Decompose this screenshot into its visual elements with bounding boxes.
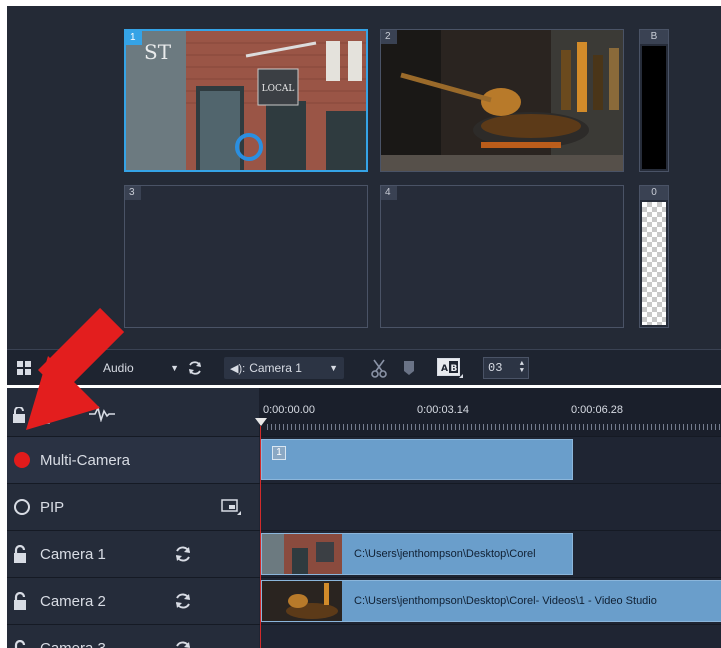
camera-preview-panel: LOCAL ST 1 2 3 4 B 0 xyxy=(7,6,721,349)
track-lane[interactable]: 1 xyxy=(259,437,721,483)
grid-layout-icon[interactable] xyxy=(17,350,31,386)
track-name: PIP xyxy=(40,498,65,516)
storefront-thumbnail: LOCAL ST xyxy=(126,31,366,170)
track-header[interactable]: PIP xyxy=(7,484,259,530)
track-header[interactable]: Camera 2 xyxy=(7,578,259,624)
speaker-icon: ◀): xyxy=(230,362,246,375)
track-header[interactable]: Multi-Camera xyxy=(7,437,259,483)
track-multi-camera: Multi-Camera 1 xyxy=(7,436,721,483)
chevron-down-icon: ▼ xyxy=(329,363,338,373)
black-source-slot[interactable]: B xyxy=(639,29,669,172)
clip-number-badge: 1 xyxy=(272,446,286,460)
svg-text:B: B xyxy=(451,364,458,374)
track-lane[interactable] xyxy=(259,484,721,530)
cooking-thumbnail xyxy=(381,30,623,171)
track-pip: PIP xyxy=(7,483,721,530)
lock-icon[interactable] xyxy=(12,639,28,648)
svg-text:A: A xyxy=(441,364,448,374)
blank-source-slot[interactable]: 0 xyxy=(639,185,669,328)
svg-text:ST: ST xyxy=(144,40,172,64)
slot-label: 0 xyxy=(640,186,668,200)
time-ruler[interactable]: 0:00:00.00 0:00:03.14 0:00:06.28 xyxy=(259,388,721,436)
multicam-toolbar: Audio ▼ ◀): Camera 1 ▼ AB 03 ▲ ▼ xyxy=(7,349,721,385)
audio-source-dropdown[interactable]: Audio ▼ xyxy=(97,357,185,379)
multicam-clip[interactable]: 1 xyxy=(261,439,573,480)
clip-thumbnail xyxy=(262,534,342,574)
tile-number: 3 xyxy=(125,186,141,200)
lock-icon[interactable] xyxy=(12,545,28,563)
playhead-handle[interactable] xyxy=(255,418,267,426)
timecode-label: 0:00:06.28 xyxy=(571,404,623,416)
timeline-panel: 0:00:00.00 0:00:03.14 0:00:06.28 Multi-C… xyxy=(7,385,721,648)
stepper-arrows-icon[interactable]: ▲ ▼ xyxy=(520,361,524,375)
record-icon[interactable] xyxy=(14,452,30,468)
camera-tile-4[interactable]: 4 xyxy=(380,185,624,328)
waveform-icon[interactable] xyxy=(89,405,115,427)
transparent-swatch xyxy=(642,202,666,325)
camera-tile-3[interactable]: 3 xyxy=(124,185,368,328)
video-clip[interactable]: C:\Users\jenthompson\Desktop\Corel- Vide… xyxy=(261,580,721,622)
counter-stepper[interactable]: 03 ▲ ▼ xyxy=(483,357,529,379)
counter-value: 03 xyxy=(488,361,503,375)
lock-icon[interactable] xyxy=(12,592,28,610)
sync-icon[interactable] xyxy=(173,544,193,564)
lock-all-icon[interactable] xyxy=(12,407,26,423)
camera-tile-2[interactable]: 2 xyxy=(380,29,624,172)
track-camera-3: Camera 3 xyxy=(7,624,721,648)
tile-number: 4 xyxy=(381,186,397,200)
track-name: Multi-Camera xyxy=(40,451,131,469)
track-header[interactable]: Camera 1 xyxy=(7,531,259,577)
track-name: Camera 1 xyxy=(40,545,106,563)
track-lane[interactable]: C:\Users\jenthompson\Desktop\Corel- Vide… xyxy=(259,578,721,624)
track-camera-2: Camera 2 C:\Users\jenthompson\Desktop\Co… xyxy=(7,577,721,624)
audio-dropdown-value: Audio xyxy=(103,361,134,375)
track-lane[interactable]: C:\Users\jenthompson\Desktop\Corel xyxy=(259,531,721,577)
sync-icon[interactable] xyxy=(173,639,193,648)
pip-radio-icon[interactable] xyxy=(14,499,30,515)
track-name: Camera 3 xyxy=(40,640,106,648)
track-header[interactable]: Camera 3 xyxy=(7,625,259,648)
timecode-label: 0:00:03.14 xyxy=(417,404,469,416)
chevron-down-icon: ▼ xyxy=(170,363,179,373)
clip-file-path: C:\Users\jenthompson\Desktop\Corel- Vide… xyxy=(354,595,657,607)
tile-number: 2 xyxy=(381,30,397,44)
sync-icon[interactable] xyxy=(173,591,193,611)
track-lane[interactable] xyxy=(259,625,721,648)
video-clip[interactable]: C:\Users\jenthompson\Desktop\Corel xyxy=(261,533,573,575)
camera-tile-1[interactable]: LOCAL ST 1 xyxy=(124,29,368,172)
marker-icon[interactable] xyxy=(404,350,414,386)
ruler-ticks xyxy=(267,424,721,430)
clip-thumbnail xyxy=(262,581,342,621)
audio-camera-dropdown[interactable]: ◀): Camera 1 ▼ xyxy=(224,357,344,379)
scissors-icon[interactable] xyxy=(370,350,388,386)
clip-file-path: C:\Users\jenthompson\Desktop\Corel xyxy=(354,548,536,560)
black-swatch xyxy=(642,46,666,169)
playhead-line xyxy=(260,426,261,648)
shop-sign-text: LOCAL xyxy=(262,84,295,94)
track-name: Camera 2 xyxy=(40,592,106,610)
ab-transition-icon[interactable]: AB xyxy=(437,350,463,386)
pip-settings-icon[interactable] xyxy=(221,499,241,515)
timecode-label: 0:00:00.00 xyxy=(263,404,315,416)
track-camera-1: Camera 1 C:\Users\jenthompson\Desktop\Co… xyxy=(7,530,721,577)
camera-dropdown-value: Camera 1 xyxy=(249,361,302,375)
sync-icon[interactable] xyxy=(187,350,203,386)
slot-label: B xyxy=(640,30,668,44)
tile-number: 1 xyxy=(126,31,142,45)
track-manager-icon[interactable] xyxy=(36,406,50,424)
